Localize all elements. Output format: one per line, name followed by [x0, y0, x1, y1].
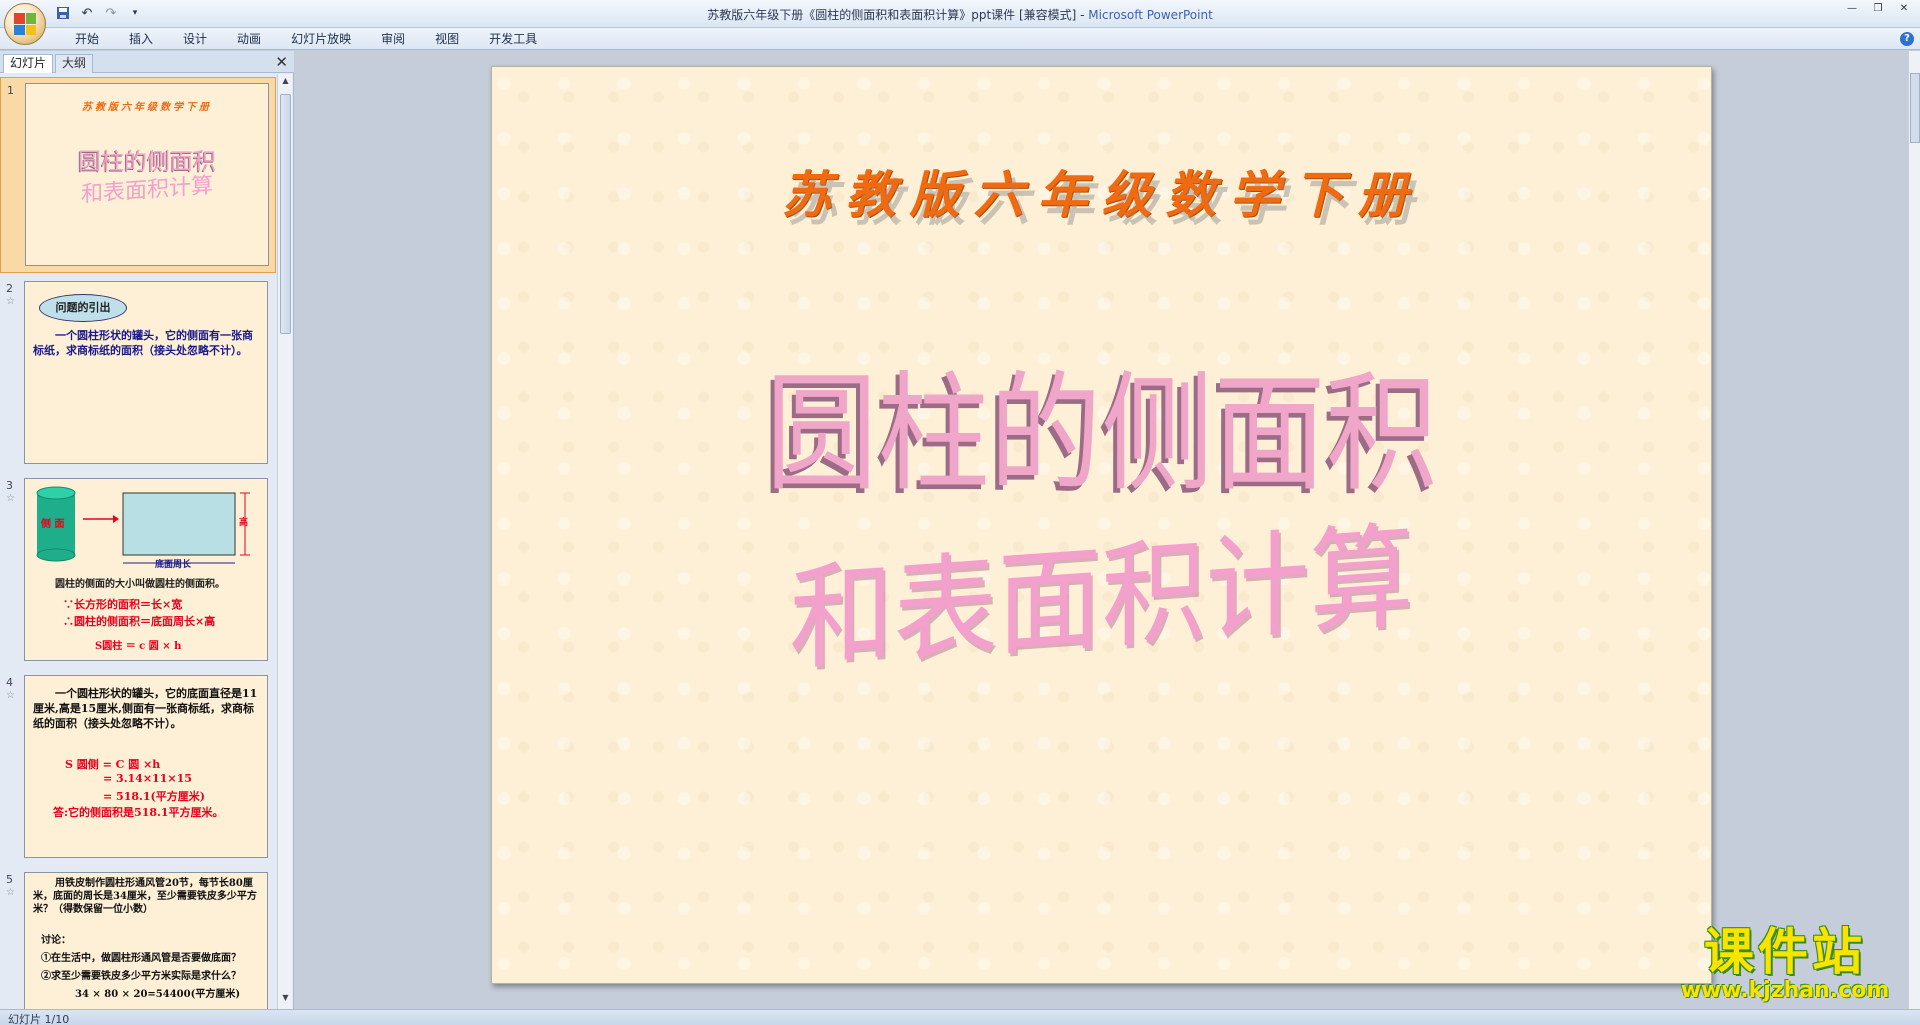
scroll-up-icon[interactable]: ▲: [278, 76, 293, 90]
slide-number: 4: [6, 676, 13, 689]
slide-editing-area: 苏教版六年级数学下册 圆柱的侧面积 和表面积计算: [295, 51, 1908, 1009]
close-pane-icon[interactable]: ✕: [275, 53, 288, 71]
mini-question2: ②求至少需要铁皮多少平方米实际是求什么？: [41, 971, 241, 982]
mini-text: 一个圆柱形状的罐头，它的侧面有一张商标纸，求商标纸的面积（接头处忽略不计）。: [33, 329, 253, 357]
animation-star-icon: ☆: [6, 887, 15, 898]
slide-scrollbar[interactable]: [1908, 51, 1920, 1009]
slide-number: 5: [6, 873, 13, 886]
animation-star-icon: ☆: [6, 690, 15, 701]
mini-question1: ①在生活中，做圆柱形通风管是否要做底面？: [41, 953, 241, 964]
watermark-logo: 课件站 www.kjzhan.com: [1670, 925, 1900, 1007]
title-separator: -: [1076, 8, 1089, 22]
status-bar: 幻灯片 1/10: [0, 1009, 1920, 1025]
mini-problem: 用铁皮制作圆柱形通风管20节，每节长80厘米，底面的周长是34厘米，至少需要铁皮…: [33, 878, 257, 915]
watermark-url: www.kjzhan.com: [1680, 978, 1890, 1003]
mini-slide: 问题的引出 一个圆柱形状的罐头，它的侧面有一张商标纸，求商标纸的面积（接头处忽略…: [24, 281, 268, 464]
mini-line1: ∵长方形的面积＝长×宽: [63, 598, 183, 611]
document-title: 苏教版六年级下册《圆柱的侧面积和表面积计算》ppt课件 [兼容模式]: [707, 8, 1077, 22]
mini-caption: 圆柱的侧面的大小叫做圆柱的侧面积。: [55, 579, 225, 590]
mini-problem: 一个圆柱形状的罐头，它的底面直径是11厘米,高是15厘米,侧面有一张商标纸，求商…: [33, 687, 258, 730]
thumbnail-scrollbar[interactable]: ▲ ▼: [277, 74, 292, 1009]
mini-answer: 答:它的侧面积是518.1平方厘米。: [53, 806, 224, 819]
scrollbar-thumb[interactable]: [280, 94, 291, 334]
pane-tabs: 幻灯片 大纲 ✕: [0, 51, 294, 73]
title-bar: ↶ ↷ ▾ 苏教版六年级下册《圆柱的侧面积和表面积计算》ppt课件 [兼容模式]…: [0, 0, 1920, 45]
slide-subject-heading[interactable]: 苏教版六年级数学下册: [492, 155, 1711, 227]
slide-thumbnail-list: 1 苏教版六年级数学下册 圆柱的侧面积 和表面积计算 2 ☆ 问题的引出 一个圆…: [0, 74, 276, 1009]
mini-slide: 用铁皮制作圆柱形通风管20节，每节长80厘米，底面的周长是34厘米，至少需要铁皮…: [24, 872, 268, 1009]
mini-step1: S 圆侧 = C 圆 ×h: [65, 758, 161, 771]
scroll-down-icon[interactable]: ▼: [278, 993, 293, 1007]
tab-outline[interactable]: 大纲: [55, 54, 94, 73]
mini-height-label: 高: [239, 518, 249, 528]
mini-step3: = 518.1(平方厘米): [103, 790, 205, 803]
animation-star-icon: ☆: [6, 493, 15, 504]
slide-thumbnail-4[interactable]: 4 ☆ 一个圆柱形状的罐头，它的底面直径是11厘米,高是15厘米,侧面有一张商标…: [0, 670, 276, 866]
tab-insert[interactable]: 插入: [114, 31, 168, 48]
mini-base-label: 底面周长: [155, 560, 192, 570]
mini-subject: 苏教版六年级数学下册: [82, 102, 212, 113]
help-icon[interactable]: ?: [1900, 32, 1914, 46]
slides-pane: 幻灯片 大纲 ✕ 1 苏教版六年级数学下册 圆柱的侧面积 和表面积计算 2 ☆ …: [0, 51, 294, 1009]
tab-slide-show[interactable]: 幻灯片放映: [276, 31, 366, 48]
ribbon-tab-bar: 开始 插入 设计 动画 幻灯片放映 审阅 视图 开发工具 ?: [0, 28, 1920, 50]
tab-view[interactable]: 视图: [420, 31, 474, 48]
scrollbar-thumb[interactable]: [1910, 73, 1920, 143]
current-slide[interactable]: 苏教版六年级数学下册 圆柱的侧面积 和表面积计算: [491, 66, 1712, 984]
mini-discuss: 讨论：: [41, 935, 71, 946]
slide-number: 1: [7, 84, 14, 97]
mini-calc: 34 × 80 × 20=54400(平方厘米): [75, 989, 241, 1000]
watermark-brand: 课件站: [1704, 923, 1866, 981]
tab-review[interactable]: 审阅: [366, 31, 420, 48]
tab-developer[interactable]: 开发工具: [474, 31, 552, 48]
mini-bubble: 问题的引出: [39, 294, 127, 322]
tab-home[interactable]: 开始: [60, 31, 114, 48]
mini-slide: 一个圆柱形状的罐头，它的底面直径是11厘米,高是15厘米,侧面有一张商标纸，求商…: [24, 675, 268, 858]
slide-number: 2: [6, 282, 13, 295]
mini-slide: 苏教版六年级数学下册 圆柱的侧面积 和表面积计算: [25, 83, 269, 266]
close-icon[interactable]: ✕: [1892, 2, 1916, 16]
app-name: Microsoft PowerPoint: [1088, 8, 1213, 22]
mini-step2: = 3.14×11×15: [103, 772, 192, 785]
slide-thumbnail-3[interactable]: 3 ☆ 侧 面 高 底面周长 圆柱的侧面的大小叫做圆柱的侧面积。 ∵长方形的面积…: [0, 473, 276, 669]
restore-icon[interactable]: ❐: [1866, 2, 1890, 16]
mini-side-label: 侧 面: [41, 519, 65, 530]
slide-counter: 幻灯片 1/10: [8, 1013, 70, 1025]
office-logo-icon: [14, 13, 36, 35]
tab-design[interactable]: 设计: [168, 31, 222, 48]
office-button[interactable]: [4, 3, 46, 45]
window-title: 苏教版六年级下册《圆柱的侧面积和表面积计算》ppt课件 [兼容模式] - Mic…: [0, 6, 1920, 23]
animation-star-icon: ☆: [6, 296, 15, 307]
window-controls: — ❐ ✕: [1840, 2, 1916, 16]
slide-thumbnail-2[interactable]: 2 ☆ 问题的引出 一个圆柱形状的罐头，它的侧面有一张商标纸，求商标纸的面积（接…: [0, 276, 276, 472]
tab-animations[interactable]: 动画: [222, 31, 276, 48]
mini-formula: S圆柱 ＝ c 圆 × h: [95, 641, 182, 652]
mini-slide: 侧 面 高 底面周长 圆柱的侧面的大小叫做圆柱的侧面积。 ∵长方形的面积＝长×宽…: [24, 478, 268, 661]
slide-number: 3: [6, 479, 13, 492]
tab-slides[interactable]: 幻灯片: [3, 54, 54, 73]
slide-thumbnail-5[interactable]: 5 ☆ 用铁皮制作圆柱形通风管20节，每节长80厘米，底面的周长是34厘米，至少…: [0, 867, 276, 1009]
slide-thumbnail-1[interactable]: 1 苏教版六年级数学下册 圆柱的侧面积 和表面积计算: [0, 77, 276, 273]
minimize-icon[interactable]: —: [1840, 2, 1864, 16]
mini-line2: ∴圆柱的侧面积＝底面周长×高: [63, 615, 216, 628]
